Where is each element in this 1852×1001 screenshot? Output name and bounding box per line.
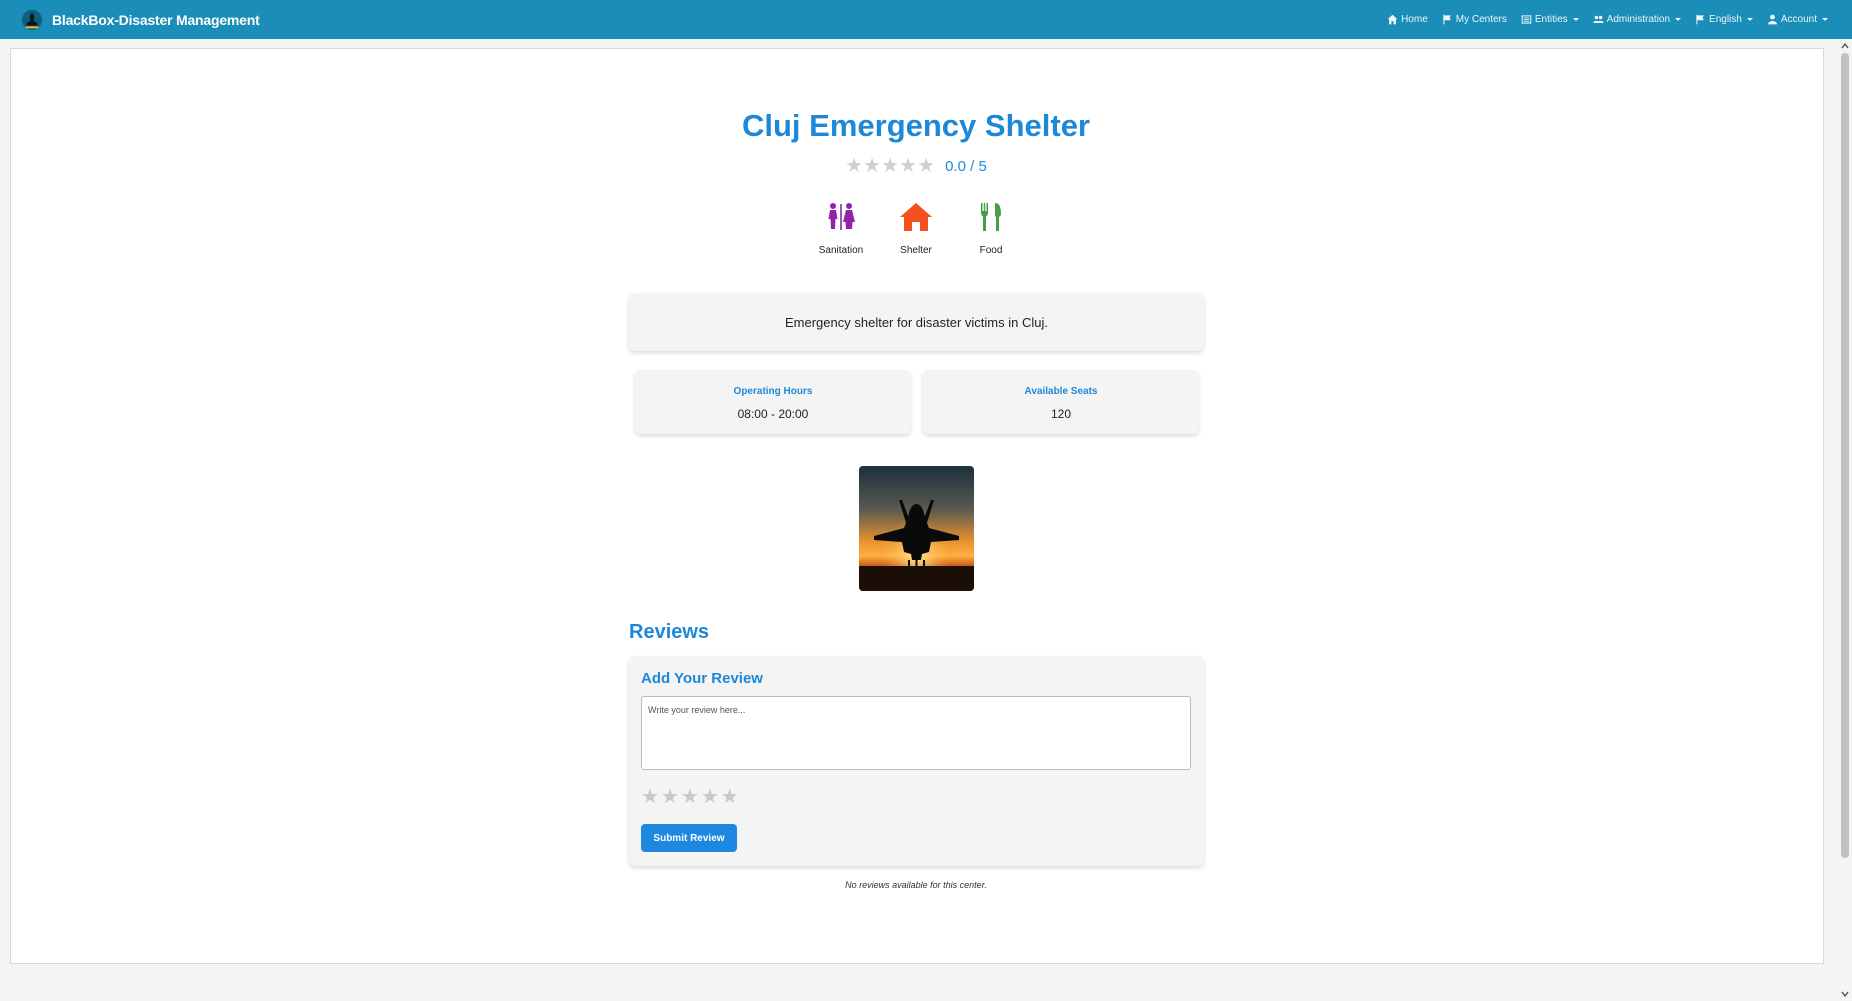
brand-logo-icon [20,8,44,32]
nav-my-centers[interactable]: My Centers [1442,14,1507,25]
add-review-heading: Add Your Review [641,670,763,687]
reviews-heading: Reviews [629,621,710,643]
brand-name: BlackBox-Disaster Management [52,11,260,28]
rating-value: 0.0 / 5 [945,157,987,175]
scroll-down-icon[interactable] [1841,990,1849,998]
scroll-up-icon[interactable] [1841,42,1849,50]
star-icon: ★ [881,155,900,177]
operating-hours-label: Operating Hours [733,386,813,397]
facilities-list: Sanitation Shelter Food [0,200,1832,256]
center-description: Emergency shelter for disaster victims i… [629,293,1204,351]
center-rating: ★ ★ ★ ★ ★ 0.0 / 5 [0,156,1832,176]
nav-entities[interactable]: Entities [1521,14,1579,25]
nav-home-label: Home [1401,14,1428,25]
nav-administration-label: Administration [1606,14,1671,25]
restroom-icon [828,203,855,230]
facility-food: Food [970,200,1012,256]
nav-language-label: English [1709,14,1742,25]
operating-hours-value: 08:00 - 20:00 [737,407,809,421]
nav-account-label: Account [1780,14,1817,25]
users-icon [1593,15,1604,23]
submit-review-button[interactable]: Submit Review [641,824,737,852]
page-title: Cluj Emergency Shelter [741,108,1090,143]
star-icon: ★ [863,155,882,177]
flag-icon [1696,14,1704,25]
operating-hours-card: Operating Hours 08:00 - 20:00 [635,370,911,434]
chevron-down-icon [1675,18,1682,21]
add-review-form: Add Your Review ★ ★ ★ ★ ★ Submit Review [629,656,1204,866]
facility-label: Food [979,245,1003,256]
utensils-icon [981,203,1001,231]
nav-language[interactable]: English [1695,14,1753,25]
nav-account[interactable]: Account [1767,14,1828,25]
star-icon: ★ [845,155,864,177]
facility-shelter: Shelter [895,200,937,256]
scrollbar-thumb[interactable] [1841,53,1849,858]
star-icon[interactable]: ★ [641,787,659,807]
nav-entities-label: Entities [1534,14,1568,25]
nav-home[interactable]: Home [1387,14,1428,25]
house-icon [900,203,932,231]
nav-my-centers-label: My Centers [1455,14,1507,25]
available-seats-label: Available Seats [1024,386,1098,397]
star-icon: ★ [899,155,918,177]
star-icon[interactable]: ★ [701,787,719,807]
description-text: Emergency shelter for disaster victims i… [785,314,1048,330]
review-textarea[interactable] [641,696,1191,770]
facility-sanitation: Sanitation [818,200,864,256]
top-navbar: BlackBox-Disaster Management Home My Cen… [0,0,1852,39]
star-icon[interactable]: ★ [721,787,739,807]
center-image [859,466,974,591]
available-seats-card: Available Seats 120 [923,370,1199,434]
chevron-down-icon [1572,18,1579,21]
home-icon [1387,14,1398,25]
star-icon[interactable]: ★ [661,787,679,807]
flag-icon [1443,14,1451,25]
chevron-down-icon [1822,18,1828,21]
page-scrollbar[interactable] [1838,39,1852,1001]
star-icon[interactable]: ★ [681,787,699,807]
available-seats-value: 120 [1050,407,1072,421]
chevron-down-icon [1746,18,1753,21]
review-rating-input: ★ ★ ★ ★ ★ [641,787,739,807]
facility-label: Sanitation [818,245,864,256]
brand[interactable]: BlackBox-Disaster Management [20,8,260,32]
facility-label: Shelter [900,245,932,256]
star-icon: ★ [917,155,936,177]
nav-administration[interactable]: Administration [1593,14,1682,25]
user-icon [1767,14,1777,25]
nav-menu: Home My Centers Entities Administration … [1387,0,1828,39]
no-reviews-message: No reviews available for this center. [845,880,987,890]
list-icon [1521,15,1532,24]
